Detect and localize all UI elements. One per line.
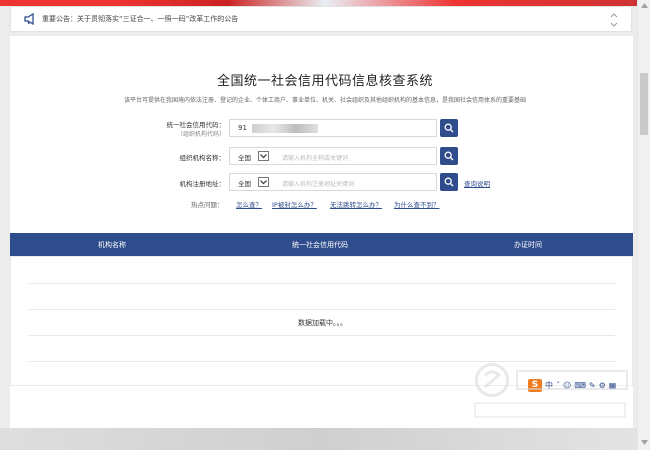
hot-link-not-found[interactable]: 为什么查不到？ (394, 199, 440, 209)
column-issue-date[interactable]: 办证时间 (514, 240, 542, 250)
credit-code-input[interactable]: 91 (229, 119, 437, 137)
org-name-input[interactable]: 全国 请输入机构全称或关键词 (229, 147, 437, 165)
query-help-link[interactable]: 查询说明 (464, 178, 490, 188)
credit-code-label: 统一社会信用代码： (166, 121, 226, 129)
org-address-label: 机构注册地址： (179, 180, 226, 188)
org-address-row: 机构注册地址： 全国 请输入机构注册地址关键词 查询说明 (0, 173, 650, 191)
org-address-placeholder: 请输入机构注册地址关键词 (282, 181, 355, 188)
hot-link-cannot-redirect[interactable]: 无法跳转怎么办？ (330, 199, 382, 209)
notice-bar[interactable]: 重要公告：关于贯彻落实“三证合一、一照一码”改革工作的公告 (10, 6, 632, 32)
org-name-search-button[interactable] (440, 147, 458, 165)
credit-code-search-button[interactable] (440, 119, 458, 137)
column-org-name[interactable]: 机构名称 (98, 240, 126, 250)
hot-questions-label: 热点问题： (191, 201, 224, 209)
scrollbar-thumb[interactable] (640, 73, 648, 135)
org-name-label: 组织机构名称： (179, 154, 226, 162)
results-table-header: 机构名称 统一社会信用代码 办证时间 (10, 233, 633, 256)
up-down-arrows-icon[interactable] (609, 10, 619, 30)
notice-text[interactable]: 重要公告：关于贯彻落实“三证合一、一照一码”改革工作的公告 (42, 14, 238, 24)
org-address-input[interactable]: 全国 请输入机构注册地址关键词 (229, 173, 437, 191)
scroll-up-icon[interactable] (641, 2, 648, 8)
org-name-placeholder: 请输入机构全称或关键词 (282, 155, 349, 162)
megaphone-icon (24, 13, 34, 25)
org-address-search-button[interactable] (440, 173, 458, 191)
hot-link-ip-blocked[interactable]: IP被封怎么办？ (272, 199, 317, 209)
table-row-divider (29, 309, 615, 310)
hot-link-how-to-search[interactable]: 怎么查？ (236, 199, 262, 209)
scroll-down-icon[interactable] (641, 440, 648, 446)
credit-code-value: 91 (238, 124, 247, 132)
search-icon (444, 151, 454, 161)
hot-questions: 热点问题： 怎么查？ IP被封怎么办？ 无法跳转怎么办？ 为什么查不到？ (0, 199, 650, 211)
org-name-region-select[interactable]: 全国 (238, 152, 251, 162)
org-address-region-select[interactable]: 全国 (238, 178, 251, 188)
vertical-scrollbar[interactable] (637, 0, 650, 450)
redacted-code (252, 124, 318, 133)
table-row-divider (29, 283, 615, 284)
bottom-blurred-strip (0, 428, 637, 450)
watermark-logo (465, 355, 640, 425)
org-name-row: 组织机构名称： 全国 请输入机构全称或关键词 (0, 147, 650, 165)
chevron-down-icon (260, 180, 267, 185)
search-icon (444, 177, 454, 187)
region-dropdown[interactable] (258, 177, 269, 187)
credit-code-row: 统一社会信用代码： （组织机构代码） 91 (0, 119, 650, 138)
page-title: 全国统一社会信用代码信息核查系统 (216, 74, 433, 89)
region-dropdown[interactable] (258, 151, 269, 161)
table-row-divider (29, 335, 615, 336)
loading-text: 数据加载中。。。 (298, 319, 347, 327)
page-subtitle: 该平台可提供在我国境内依法注册、登记的企业、个体工商户、事业单位、机关、社会组织… (123, 97, 526, 104)
column-credit-code[interactable]: 统一社会信用代码 (292, 240, 348, 250)
watermark-graphic (474, 370, 628, 418)
credit-code-sublabel: （组织机构代码） (176, 131, 225, 138)
search-icon (444, 123, 454, 133)
chevron-down-icon (260, 154, 267, 159)
